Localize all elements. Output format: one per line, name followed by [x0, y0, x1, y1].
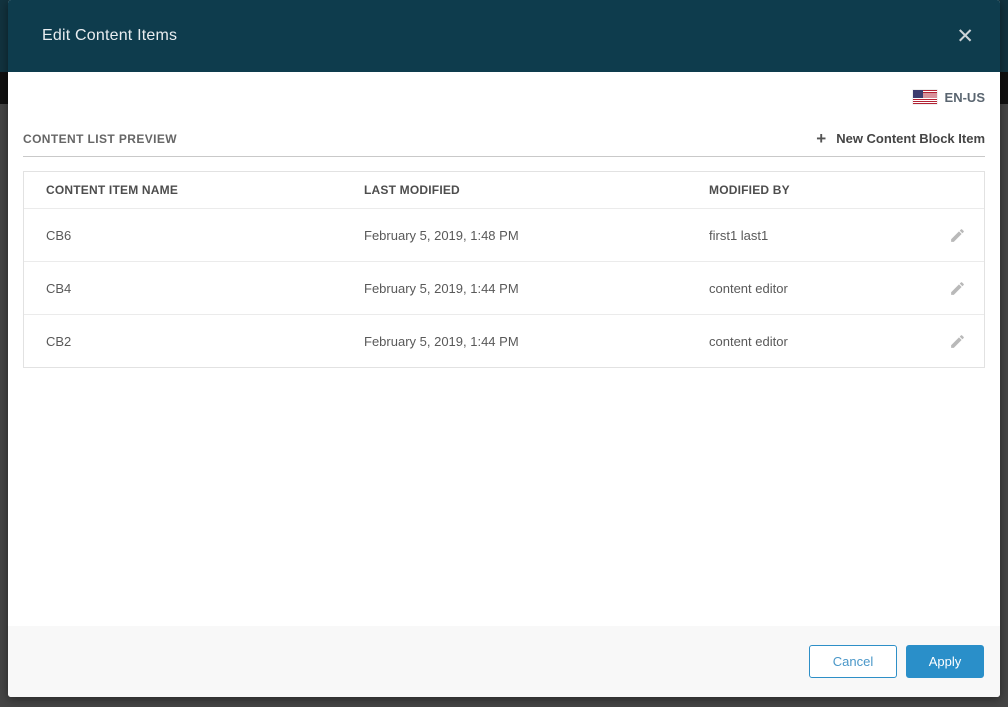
cell-content-item-name: CB6 [24, 228, 364, 243]
content-items-table: CONTENT ITEM NAME LAST MODIFIED MODIFIED… [23, 171, 985, 368]
table-row: CB4 February 5, 2019, 1:44 PM content ed… [24, 261, 984, 314]
section-title: CONTENT LIST PREVIEW [23, 132, 177, 146]
modal-footer: Cancel Apply [8, 626, 1000, 697]
edit-pencil-icon[interactable] [949, 280, 966, 297]
cell-last-modified: February 5, 2019, 1:44 PM [364, 334, 709, 349]
new-content-block-item-label: New Content Block Item [836, 131, 985, 146]
cell-last-modified: February 5, 2019, 1:44 PM [364, 281, 709, 296]
modal-body: EN-US CONTENT LIST PREVIEW + New Content… [8, 72, 1000, 626]
modal-header: Edit Content Items ✕ [8, 0, 1000, 72]
column-header-modified-by: MODIFIED BY [709, 183, 924, 197]
cancel-button[interactable]: Cancel [809, 645, 897, 678]
cell-modified-by: content editor [709, 281, 924, 296]
section-header-row: CONTENT LIST PREVIEW + New Content Block… [23, 130, 985, 147]
table-row: CB6 February 5, 2019, 1:48 PM first1 las… [24, 208, 984, 261]
flag-canton [913, 90, 923, 98]
cell-content-item-name: CB4 [24, 281, 364, 296]
cell-modified-by: first1 last1 [709, 228, 924, 243]
edit-pencil-icon[interactable] [949, 333, 966, 350]
edit-pencil-icon[interactable] [949, 227, 966, 244]
column-header-last-modified: LAST MODIFIED [364, 183, 709, 197]
section-divider [23, 156, 985, 157]
us-flag-icon [913, 90, 937, 104]
apply-button[interactable]: Apply [906, 645, 984, 678]
table-row: CB2 February 5, 2019, 1:44 PM content ed… [24, 314, 984, 367]
language-label: EN-US [945, 90, 985, 105]
close-icon[interactable]: ✕ [956, 26, 974, 47]
page-backdrop: Edit Content Items ✕ EN-US CONTENT LIST … [0, 0, 1008, 707]
column-header-content-item-name: CONTENT ITEM NAME [24, 183, 364, 197]
language-selector[interactable]: EN-US [23, 89, 985, 105]
cell-last-modified: February 5, 2019, 1:48 PM [364, 228, 709, 243]
plus-icon: + [816, 130, 826, 147]
edit-content-items-modal: Edit Content Items ✕ EN-US CONTENT LIST … [8, 0, 1000, 697]
modal-title: Edit Content Items [42, 27, 177, 45]
cell-content-item-name: CB2 [24, 334, 364, 349]
new-content-block-item-button[interactable]: + New Content Block Item [816, 130, 985, 147]
table-header-row: CONTENT ITEM NAME LAST MODIFIED MODIFIED… [24, 172, 984, 208]
cell-modified-by: content editor [709, 334, 924, 349]
